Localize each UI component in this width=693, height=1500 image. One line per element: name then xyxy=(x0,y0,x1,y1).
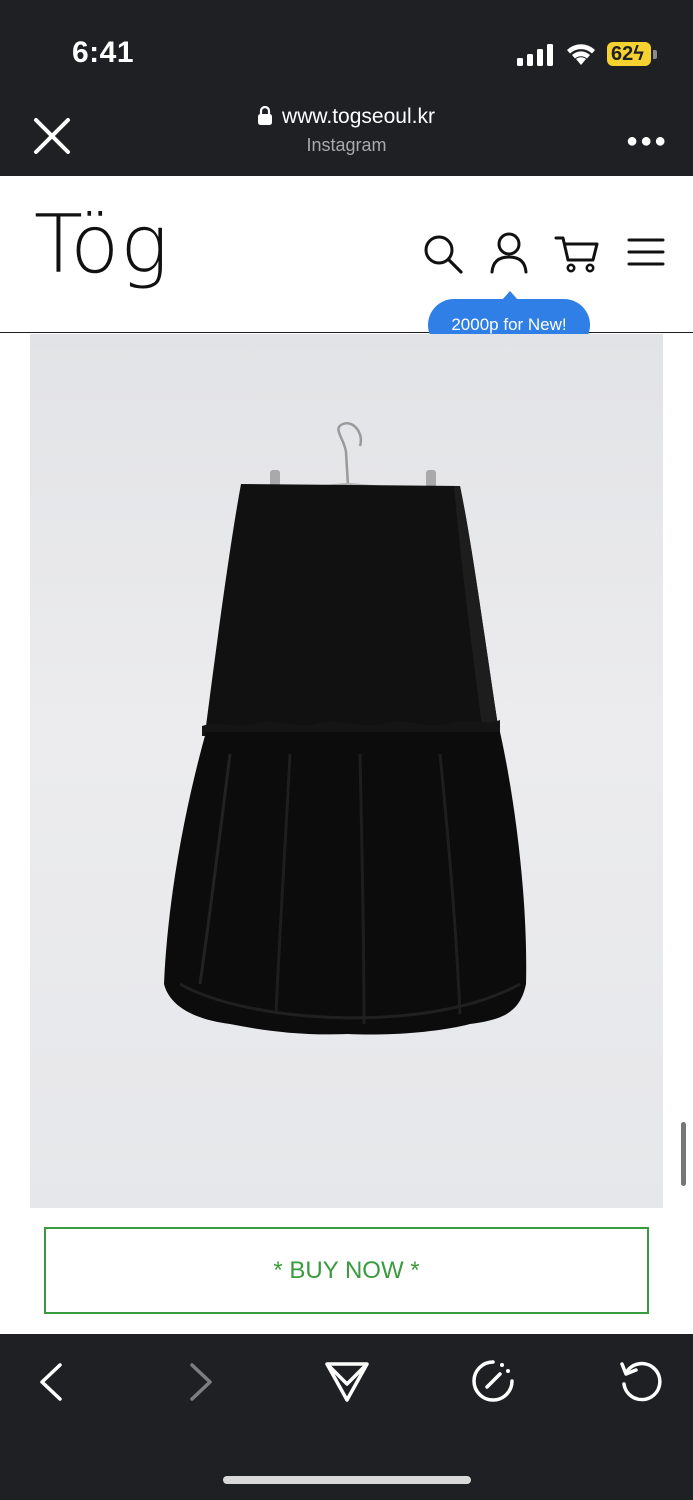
reload-icon[interactable] xyxy=(618,1358,664,1404)
status-bar: 6:41 62ϟ xyxy=(0,0,693,95)
status-time: 6:41 xyxy=(72,36,135,69)
site-header: Tög 2000p for New! xyxy=(0,176,693,351)
cellular-signal-icon xyxy=(517,44,553,66)
page-scrollbar[interactable] xyxy=(681,1122,686,1186)
home-indicator[interactable] xyxy=(223,1476,471,1484)
site-logo[interactable]: Tög xyxy=(34,198,169,291)
lock-icon xyxy=(258,106,273,125)
battery-indicator: 62ϟ xyxy=(607,42,651,66)
skirt-illustration xyxy=(164,422,527,1035)
url-display[interactable]: www.togseoul.kr xyxy=(0,105,693,129)
cart-icon[interactable] xyxy=(554,234,600,274)
battery-tip xyxy=(653,50,657,59)
buy-bar: * BUY NOW * xyxy=(0,1208,693,1334)
forward-icon[interactable] xyxy=(186,1362,216,1402)
web-page: Tög 2000p for New! * BUY NOW * xyxy=(0,176,693,1334)
more-options-icon[interactable]: ●●● xyxy=(626,130,668,153)
buy-now-button[interactable]: * BUY NOW * xyxy=(44,1227,649,1314)
speed-icon[interactable] xyxy=(470,1358,516,1404)
product-image[interactable] xyxy=(30,334,663,1208)
account-icon[interactable] xyxy=(489,232,529,274)
back-icon[interactable] xyxy=(36,1362,66,1402)
menu-icon[interactable] xyxy=(627,237,665,267)
share-icon[interactable] xyxy=(324,1360,370,1404)
url-text: www.togseoul.kr xyxy=(282,105,435,128)
wifi-icon xyxy=(567,44,595,65)
charging-bolt-icon: ϟ xyxy=(633,43,644,65)
browser-bar: www.togseoul.kr Instagram ●●● xyxy=(0,95,693,176)
battery-level: 62 xyxy=(611,43,634,65)
search-icon[interactable] xyxy=(422,233,464,275)
source-label: Instagram xyxy=(306,135,387,155)
